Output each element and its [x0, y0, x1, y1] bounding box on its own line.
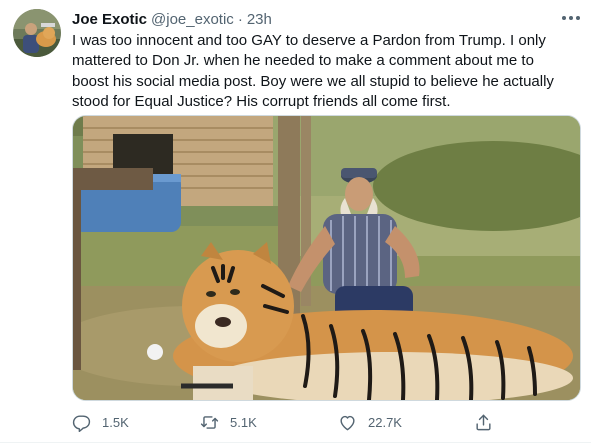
separator-dot: ·	[237, 10, 243, 28]
author-name[interactable]: Joe Exotic	[72, 11, 147, 28]
retweet-button[interactable]: 5.1K	[200, 408, 257, 436]
share-button[interactable]	[474, 408, 493, 436]
tiger-photo	[73, 116, 580, 400]
heart-icon	[340, 415, 355, 430]
tweet-media-photo[interactable]	[72, 115, 581, 401]
tweet-header: Joe Exotic @joe_exotic · 23h	[72, 9, 272, 29]
more-options-button[interactable]	[559, 8, 583, 28]
reply-icon	[72, 414, 91, 432]
reply-count: 1.5K	[102, 414, 129, 430]
share-icon	[476, 414, 491, 430]
like-count: 22.7K	[368, 414, 402, 430]
author-handle[interactable]: @joe_exotic	[151, 11, 234, 28]
tweet-timestamp[interactable]: 23h	[247, 11, 272, 28]
avatar-image	[13, 9, 61, 57]
tweet-actions: 1.5K 5.1K 22.7K	[72, 408, 532, 436]
like-button[interactable]: 22.7K	[338, 408, 402, 436]
retweet-icon	[200, 415, 219, 429]
reply-button[interactable]: 1.5K	[72, 408, 129, 436]
tweet[interactable]: Joe Exotic @joe_exotic · 23h I was too i…	[0, 0, 591, 443]
avatar[interactable]	[13, 9, 61, 57]
retweet-count: 5.1K	[230, 414, 257, 430]
tweet-text: I was too innocent and too GAY to deserv…	[72, 32, 554, 110]
